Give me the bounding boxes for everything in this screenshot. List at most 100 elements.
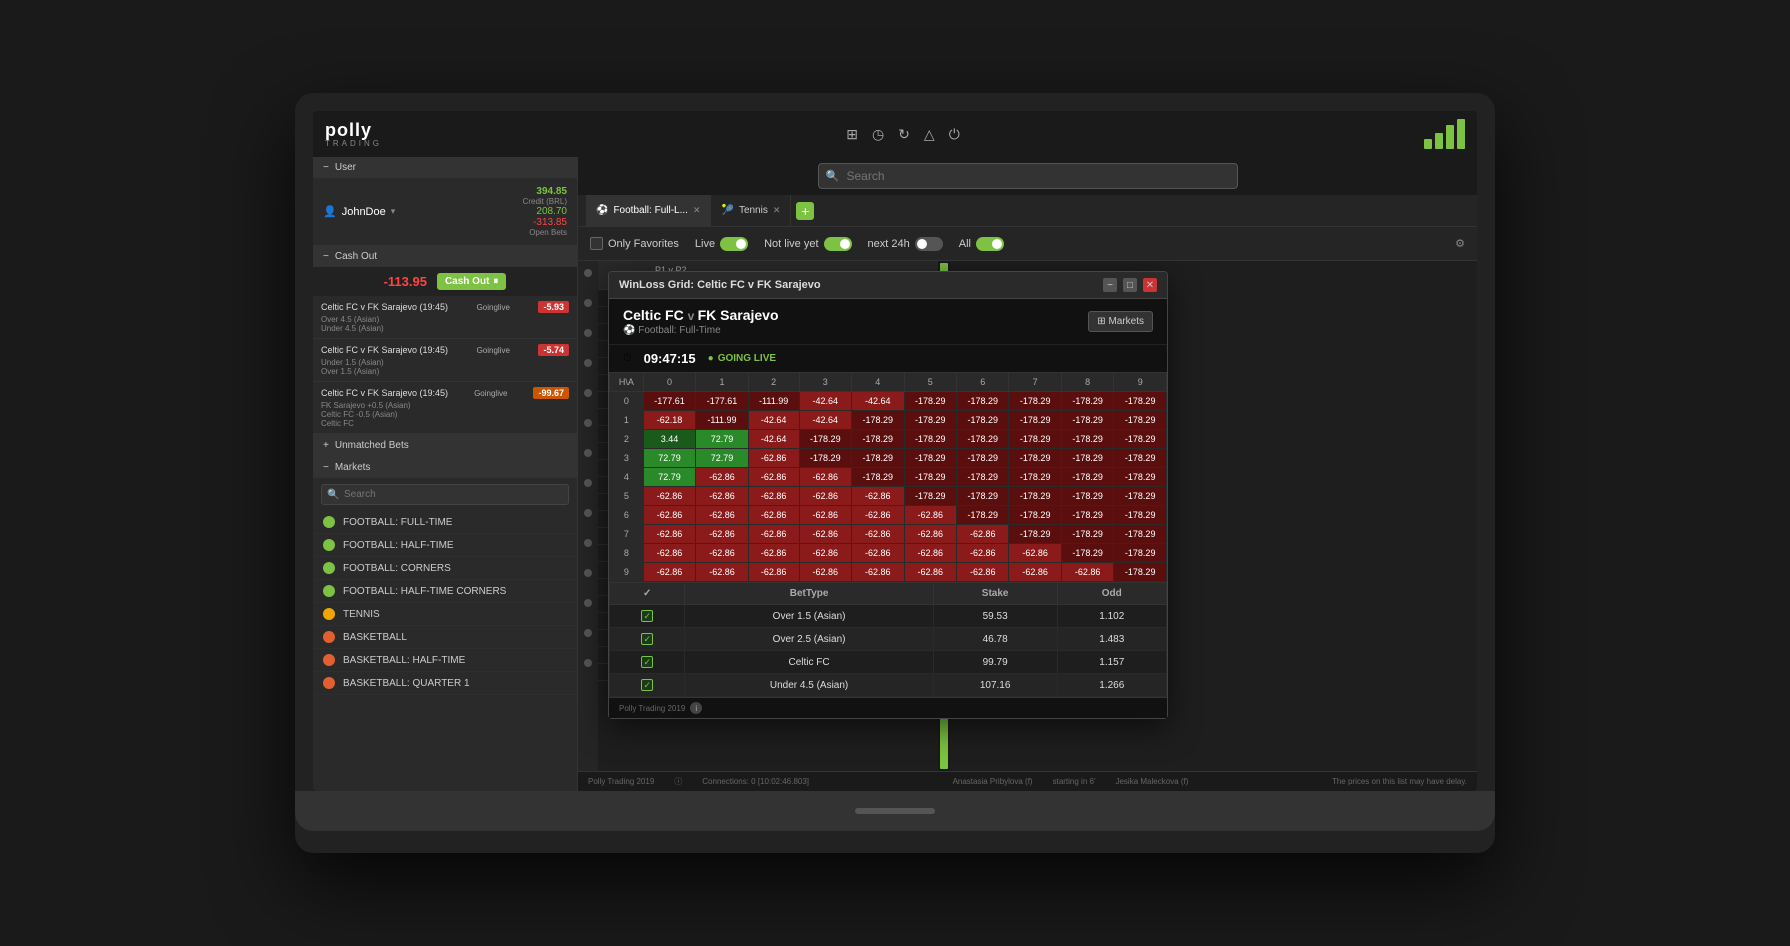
tab-tennis-close[interactable]: ✕ — [773, 205, 781, 216]
grid-cell: -178.29 — [956, 487, 1008, 506]
grid-cell: -62.86 — [904, 563, 956, 582]
tab-football[interactable]: ⚽ Football: Full-L... ✕ — [586, 195, 711, 226]
only-favorites-label: Only Favorites — [608, 238, 679, 250]
grid-cell: -62.86 — [696, 563, 748, 582]
indicator-14 — [584, 659, 592, 667]
modal-title: WinLoss Grid: Celtic FC v FK Sarajevo — [619, 279, 821, 291]
balance-value: 208.70 — [536, 206, 567, 217]
filter-live[interactable]: Live — [695, 237, 748, 251]
bet-item-3: Celtic FC v FK Sarajevo (19:45) Goingliv… — [313, 382, 577, 434]
bet-check-header: ✓ — [610, 583, 685, 605]
modal-controls: − □ ✕ — [1103, 278, 1157, 292]
bell-icon[interactable]: △ — [924, 126, 935, 143]
timer-value: 09:47:15 — [644, 351, 696, 366]
pause-icon: ⏸ — [493, 276, 498, 287]
bet-checkbox[interactable]: ✓ — [641, 633, 653, 645]
grid-cell: -178.29 — [904, 392, 956, 411]
going-live-status: ● GOING LIVE — [708, 353, 776, 364]
tab-tennis-label: Tennis — [739, 205, 768, 216]
market-item-basketball-q1[interactable]: BASKETBALL: QUARTER 1 — [313, 672, 577, 695]
markets-search-icon: 🔍 — [327, 489, 339, 500]
not-live-toggle[interactable] — [824, 237, 852, 251]
market-item-tennis[interactable]: TENNIS — [313, 603, 577, 626]
grid-cell: -62.86 — [748, 563, 799, 582]
grid-cell: -178.29 — [956, 468, 1008, 487]
bet-checkbox[interactable]: ✓ — [641, 679, 653, 691]
grid-cell: -178.29 — [1061, 487, 1113, 506]
indicator-10 — [584, 539, 592, 547]
market-item-football-fulltime[interactable]: FOOTBALL: FULL-TIME — [313, 511, 577, 534]
filter-all[interactable]: All — [959, 237, 1004, 251]
grid-cell: -178.29 — [852, 468, 904, 487]
bet-checkbox[interactable]: ✓ — [641, 610, 653, 622]
right-panel: 🔍 ⚽ Football: Full-L... ✕ 🎾 Tennis ✕ — [578, 157, 1477, 791]
modal-maximize-button[interactable]: □ — [1123, 278, 1137, 292]
grid-cell: -42.64 — [799, 392, 851, 411]
modal-markets-button[interactable]: ⊞ Markets — [1088, 311, 1153, 332]
markets-section-header[interactable]: − Markets — [313, 457, 577, 478]
tennis-tab-icon: 🎾 — [721, 205, 733, 216]
grid-cell: -62.86 — [748, 449, 799, 468]
grid-header-0: 0 — [643, 373, 695, 392]
only-favorites-checkbox[interactable] — [590, 237, 603, 250]
status-player1: Anastasia Pribylova (f) — [953, 777, 1033, 786]
markets-search-input[interactable] — [321, 484, 569, 505]
markets-search: 🔍 — [313, 478, 577, 511]
basketball-dot-3 — [323, 677, 335, 689]
bet-row: ✓Over 1.5 (Asian)59.531.102 — [610, 605, 1167, 628]
tab-football-close[interactable]: ✕ — [693, 205, 701, 216]
clock-icon[interactable]: ◷ — [872, 126, 884, 143]
grid-cell: -178.29 — [956, 392, 1008, 411]
search-input[interactable] — [818, 163, 1238, 189]
market-item-football-halftime[interactable]: FOOTBALL: HALF-TIME — [313, 534, 577, 557]
market-item-basketball-halftime[interactable]: BASKETBALL: HALF-TIME — [313, 649, 577, 672]
plus-icon-unmatched: + — [323, 440, 329, 451]
grid-cell: -178.29 — [956, 411, 1008, 430]
grid-cell: -178.29 — [1061, 449, 1113, 468]
grid-cell: -178.29 — [1009, 468, 1061, 487]
grid-cell: -62.86 — [799, 468, 851, 487]
next24h-toggle[interactable] — [915, 237, 943, 251]
grid-cell: -62.86 — [1009, 563, 1061, 582]
refresh-icon[interactable]: ↻ — [898, 126, 910, 143]
grid-cell: -62.18 — [643, 411, 695, 430]
monitor-icon[interactable]: ⊞ — [846, 126, 858, 143]
grid-cell: -178.29 — [1061, 506, 1113, 525]
filter-bar: Only Favorites Live Not live yet next 24… — [578, 227, 1477, 261]
filter-settings-icon[interactable]: ⚙ — [1455, 237, 1465, 250]
all-toggle[interactable] — [976, 237, 1004, 251]
grid-cell: 7 — [610, 525, 644, 544]
user-section-header[interactable]: − User — [313, 157, 577, 178]
cashout-button[interactable]: Cash Out ⏸ — [437, 273, 506, 290]
minus-icon-markets: − — [323, 462, 329, 473]
indicator-1 — [584, 269, 592, 277]
bet-checkbox[interactable]: ✓ — [641, 656, 653, 668]
tab-tennis[interactable]: 🎾 Tennis ✕ — [711, 195, 791, 226]
logo: polly TRADING — [325, 121, 382, 148]
filter-next24h[interactable]: next 24h — [868, 237, 943, 251]
info-icon[interactable]: i — [690, 702, 702, 714]
modal-close-button[interactable]: ✕ — [1143, 278, 1157, 292]
market-list: FOOTBALL: FULL-TIME FOOTBALL: HALF-TIME … — [313, 511, 577, 695]
market-item-football-ht-corners[interactable]: FOOTBALL: HALF-TIME CORNERS — [313, 580, 577, 603]
football-icon-modal: ⚽ — [623, 325, 635, 336]
filter-only-favorites[interactable]: Only Favorites — [590, 237, 679, 250]
cashout-section-header[interactable]: − Cash Out — [313, 246, 577, 267]
all-label: All — [959, 238, 971, 250]
markets-grid-icon: ⊞ — [1097, 316, 1105, 327]
match-subtitle: ⚽ Football: Full-Time — [623, 325, 779, 336]
grid-cell: -62.86 — [748, 525, 799, 544]
search-icon: 🔍 — [826, 170, 840, 183]
top-icons: ⊞ ◷ ↻ △ ⏻ — [846, 126, 960, 143]
tab-add-button[interactable]: + — [796, 202, 814, 220]
unmatched-section-header[interactable]: + Unmatched Bets — [313, 435, 577, 457]
live-toggle[interactable] — [720, 237, 748, 251]
modal-minimize-button[interactable]: − — [1103, 278, 1117, 292]
grid-cell: -178.29 — [1009, 411, 1061, 430]
market-item-basketball[interactable]: BASKETBALL — [313, 626, 577, 649]
grid-cell: -62.86 — [643, 563, 695, 582]
user-avatar-icon: 👤 — [323, 205, 337, 218]
power-icon[interactable]: ⏻ — [949, 126, 960, 143]
market-item-football-corners[interactable]: FOOTBALL: CORNERS — [313, 557, 577, 580]
filter-not-live[interactable]: Not live yet — [764, 237, 851, 251]
